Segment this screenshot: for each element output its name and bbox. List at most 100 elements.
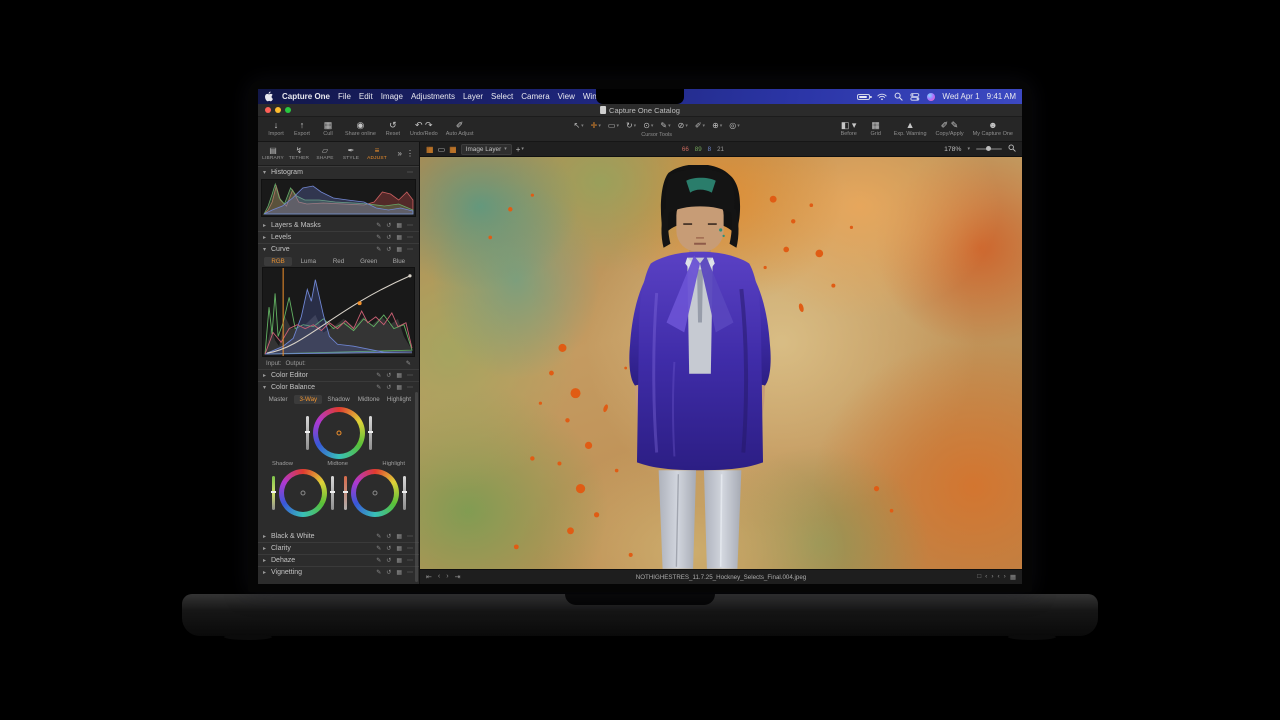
magnifier-icon[interactable] [1008,144,1016,154]
midtone-color-wheel[interactable] [313,407,365,459]
close-window-button[interactable] [265,107,271,113]
tool-tab[interactable]: ↯ TETHER [286,146,312,161]
photo-canvas[interactable] [420,157,1022,569]
wheel-slider[interactable] [272,476,275,510]
spotlight-search-icon[interactable] [894,92,903,101]
nav-arrow-icon[interactable]: ⇤ [426,573,432,581]
cursor-tool-button[interactable]: ⊙ ▾ [641,120,655,131]
menubar-item[interactable]: Camera [517,92,553,101]
wheel-slider[interactable] [331,476,334,510]
more-icon[interactable]: ⋯ [406,569,414,576]
presets-icon[interactable]: ▦ [395,234,403,241]
color-balance-tab[interactable]: Master [264,395,292,404]
pager-icon[interactable]: › [991,573,993,581]
zoom-slider[interactable] [976,148,1002,150]
pager-icon[interactable]: □ [977,573,981,581]
panel-header[interactable]: ▸ Levels ✎ ↺ ▦ ⋯ [258,231,419,243]
more-icon[interactable]: ⋯ [406,384,414,391]
menubar-item[interactable]: Edit [355,92,377,101]
cursor-tool-button[interactable]: ✐ ▾ [693,120,707,131]
menubar-item[interactable]: Layer [459,92,487,101]
menubar-item[interactable]: Image [377,92,407,101]
toolbar-button[interactable]: ▲ Exp. Warning [891,117,930,141]
pager-icon[interactable]: ▦ [1010,573,1016,581]
more-icon[interactable]: ⋯ [406,246,414,253]
edit-icon[interactable]: ✎ [375,557,382,564]
filmstrip-icon[interactable]: ▦ [449,145,457,154]
control-center-icon[interactable] [910,93,920,101]
curve-channel-tab[interactable]: Luma [294,257,322,266]
zoom-level[interactable]: 178% [944,146,961,153]
presets-icon[interactable]: ▦ [395,222,403,229]
battery-icon[interactable] [857,94,870,100]
toolbar-button[interactable]: ↑ Export [290,117,314,141]
nav-arrow-icon[interactable]: ‹ [438,573,440,581]
reset-icon[interactable]: ↺ [385,569,392,576]
panel-header[interactable]: ▸ Black & White ✎ ↺ ▦ ⋯ [258,530,419,542]
cursor-tool-button[interactable]: ✛ ▾ [589,120,603,131]
panel-header-curve[interactable]: ▾ Curve ✎ ↺ ▦ ⋯ [258,243,419,255]
toolbar-button[interactable]: ☻ My Capture One [970,117,1016,141]
menubar-item[interactable]: Capture One [278,92,334,101]
color-balance-tab[interactable]: 3-Way [294,395,322,404]
tool-tab[interactable]: ▱ SHAPE [312,146,338,161]
toolbar-button[interactable]: ✐ ✎ Copy/Apply [933,117,967,141]
panel-header[interactable]: ▸ Dehaze ✎ ↺ ▦ ⋯ [258,554,419,566]
wifi-icon[interactable] [877,93,887,101]
edit-icon[interactable]: ✎ [375,372,382,379]
apple-logo-icon[interactable] [264,91,273,102]
reset-icon[interactable]: ↺ [385,246,392,253]
curve-channel-tab[interactable]: RGB [264,257,292,266]
more-icon[interactable]: ⋯ [406,372,414,379]
presets-icon[interactable]: ▦ [395,384,403,391]
reset-icon[interactable]: ↺ [385,222,392,229]
menubar-item[interactable]: File [334,92,355,101]
edit-icon[interactable]: ✎ [375,533,382,540]
menubar-date[interactable]: Wed Apr 1 [942,92,979,101]
toolbar-button[interactable]: ↺ Reset [381,117,405,141]
panel-header-color-balance[interactable]: ▾ Color Balance ✎ ↺ ▦ ⋯ [258,381,419,393]
reset-icon[interactable]: ↺ [385,234,392,241]
tab-overflow-icon[interactable]: » [398,149,402,158]
tab-more-icon[interactable]: ⋮ [406,149,414,158]
more-icon[interactable]: ⋯ [406,545,414,552]
cursor-tool-button[interactable]: ⊕ ▾ [710,120,724,131]
cursor-tool-button[interactable]: ▭ ▾ [606,120,621,131]
thumbnail-grid-icon[interactable]: ▦ [426,145,434,154]
edit-icon[interactable]: ✎ [375,569,382,576]
reset-icon[interactable]: ↺ [385,533,392,540]
wheel-slider[interactable] [403,476,406,510]
more-icon[interactable]: ⋯ [406,533,414,540]
cursor-tool-button[interactable]: ↖ ▾ [571,120,585,131]
tool-tab[interactable]: ▤ LIBRARY [260,146,286,161]
toolbar-button[interactable]: ✐ Auto Adjust [443,117,477,141]
presets-icon[interactable]: ▦ [395,569,403,576]
toolbar-button[interactable]: ◧ ▾ Before [837,117,861,141]
menubar-item[interactable]: Adjustments [407,92,459,101]
cursor-tool-button[interactable]: ↻ ▾ [624,120,638,131]
presets-icon[interactable]: ▦ [395,557,403,564]
zoom-window-button[interactable] [285,107,291,113]
more-icon[interactable]: ⋯ [406,169,414,176]
curve-graph[interactable] [262,267,415,357]
color-balance-tab[interactable]: Midtone [355,395,383,404]
curve-channel-tab[interactable]: Green [355,257,383,266]
wheel-slider[interactable] [369,416,372,450]
more-icon[interactable]: ⋯ [406,222,414,229]
presets-icon[interactable]: ▦ [395,246,403,253]
toolbar-button[interactable]: ◉ Share online [342,117,379,141]
shadow-color-wheel[interactable] [279,469,327,517]
edit-icon[interactable]: ✎ [375,246,382,253]
edit-icon[interactable]: ✎ [375,545,382,552]
wheel-slider[interactable] [344,476,347,510]
edit-icon[interactable]: ✎ [375,234,382,241]
siri-icon[interactable] [927,93,935,101]
menubar-item[interactable]: View [554,92,579,101]
nav-arrow-icon[interactable]: ⇥ [455,573,461,581]
reset-icon[interactable]: ↺ [385,545,392,552]
highlight-color-wheel[interactable] [351,469,399,517]
reset-icon[interactable]: ↺ [385,372,392,379]
tool-tab[interactable]: ✒ STYLE [338,146,364,161]
menubar-time[interactable]: 9:41 AM [987,92,1016,101]
edit-point-icon[interactable]: ✎ [406,360,411,367]
